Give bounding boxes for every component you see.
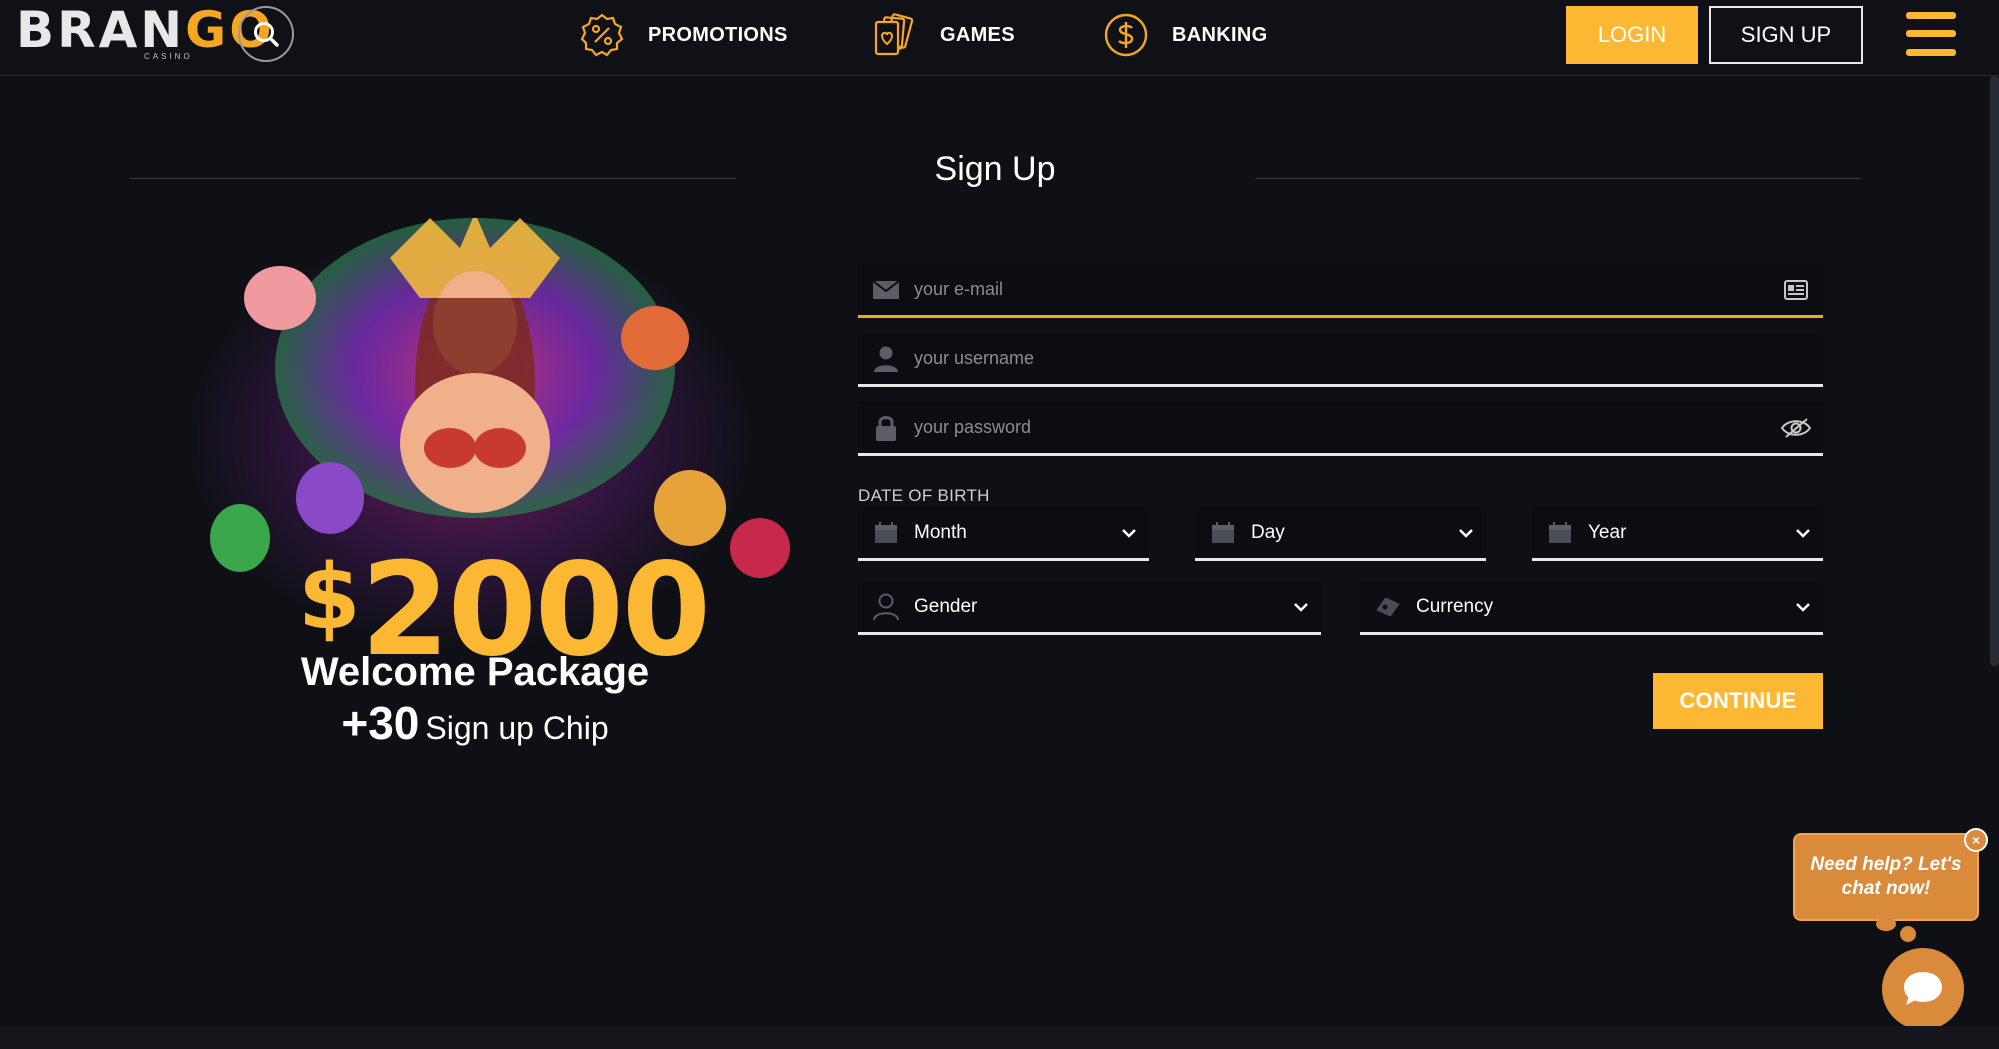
chat-bubble-icon (1904, 972, 1942, 1005)
playing-cards-icon (870, 11, 918, 59)
currency-select[interactable]: Currency (1360, 581, 1823, 635)
password-field[interactable] (858, 402, 1823, 456)
month-select[interactable]: Month (858, 507, 1149, 561)
close-icon[interactable]: × (1964, 828, 1988, 852)
top-header: BRANGO CASINO PROMOTIONS GAMES BANKING L… (0, 0, 1999, 76)
signup-button[interactable]: SIGN UP (1709, 6, 1863, 64)
search-icon (254, 22, 279, 47)
logo-text-a: BRAN (16, 1, 186, 59)
user-outline-icon (858, 593, 914, 621)
gender-select[interactable]: Gender (858, 581, 1321, 635)
password-input[interactable] (914, 402, 1769, 453)
envelope-icon (858, 279, 914, 300)
brango-logo[interactable]: BRANGO CASINO (16, 5, 272, 64)
page: BRANGO CASINO PROMOTIONS GAMES BANKING L… (0, 0, 1999, 1049)
chat-launcher-button[interactable] (1882, 948, 1964, 1030)
username-field[interactable] (858, 333, 1823, 387)
user-icon (858, 345, 914, 373)
logo-wordmark: BRANGO (16, 5, 272, 55)
bubble-tail-dot (1876, 917, 1896, 931)
username-input[interactable] (914, 333, 1823, 384)
email-input[interactable] (914, 264, 1769, 315)
chip-amount: +30 (341, 697, 420, 749)
chevron-down-icon (1109, 528, 1149, 538)
hamburger-menu-button[interactable] (1906, 10, 1956, 58)
dollar-coin-icon (1102, 11, 1150, 59)
bonus-currency: $ (298, 545, 361, 650)
search-button[interactable] (238, 6, 294, 62)
chat-help-bubble[interactable]: Need help? Let's chat now! (1793, 833, 1979, 921)
gender-select-value: Gender (914, 595, 978, 617)
nav-banking[interactable]: BANKING (1102, 10, 1267, 60)
menu-bar-icon (1906, 49, 1956, 56)
welcome-package-text: Welcome Package (300, 650, 650, 694)
welcome-promo: $2000 Welcome Package +30 Sign up Chip (130, 218, 820, 758)
chevron-down-icon (1783, 602, 1823, 612)
nav-games[interactable]: GAMES (870, 10, 1015, 60)
nav-games-label: GAMES (940, 23, 1015, 46)
continue-button[interactable]: CONTINUE (1653, 673, 1823, 729)
nav-promotions-label: PROMOTIONS (648, 23, 788, 46)
chevron-down-icon (1783, 528, 1823, 538)
calendar-icon (858, 521, 914, 544)
currency-select-value: Currency (1416, 595, 1494, 617)
logo-subtitle: CASINO (144, 52, 193, 61)
month-select-value: Month (914, 521, 967, 543)
chevron-down-icon (1446, 528, 1486, 538)
email-field[interactable] (858, 264, 1823, 318)
page-scrollbar[interactable] (1990, 76, 1999, 666)
ticket-icon (1360, 595, 1416, 619)
footer-strip (0, 1026, 1999, 1049)
signup-chip-line: +30 Sign up Chip (130, 696, 820, 750)
title-divider-right (1255, 178, 1861, 179)
calendar-icon (1532, 521, 1588, 544)
eye-slash-icon[interactable] (1769, 417, 1823, 439)
page-title: Sign Up (934, 150, 1056, 188)
percent-badge-icon (578, 11, 626, 59)
year-select[interactable]: Year (1532, 507, 1823, 561)
title-divider-left (130, 178, 736, 179)
year-select-value: Year (1588, 521, 1627, 543)
menu-bar-icon (1906, 12, 1956, 19)
login-button[interactable]: LOGIN (1566, 6, 1698, 64)
bubble-tail-dot (1900, 926, 1916, 942)
chip-label: Sign up Chip (425, 710, 609, 746)
chevron-down-icon (1281, 602, 1321, 612)
nav-banking-label: BANKING (1172, 23, 1268, 46)
lock-icon (858, 414, 914, 442)
date-of-birth-label: DATE OF BIRTH (858, 486, 990, 505)
day-select[interactable]: Day (1195, 507, 1486, 561)
menu-bar-icon (1906, 30, 1956, 37)
day-select-value: Day (1251, 521, 1285, 543)
contact-card-icon[interactable] (1769, 279, 1823, 300)
carnival-dancer-illustration (210, 218, 790, 578)
nav-promotions[interactable]: PROMOTIONS (578, 10, 788, 60)
calendar-icon (1195, 521, 1251, 544)
